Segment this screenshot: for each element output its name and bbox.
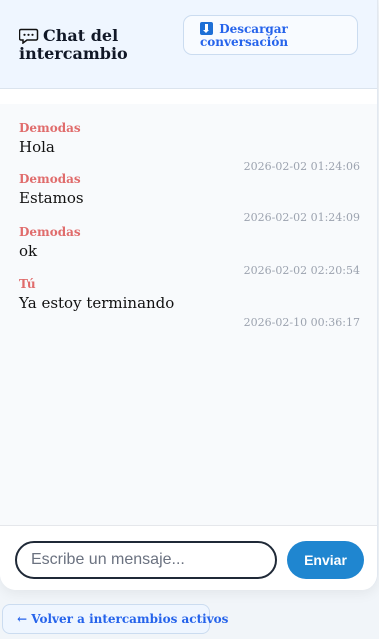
message-list[interactable]: Demodas Hola 2026-02-02 01:24:06 Demodas… (0, 104, 377, 525)
message-author: Demodas (19, 225, 81, 239)
message-text: Hola (19, 138, 55, 156)
message-author: Demodas (19, 121, 81, 135)
message-input[interactable] (15, 541, 277, 579)
send-button[interactable]: Enviar (287, 541, 364, 579)
chat-bubble-icon (18, 28, 39, 45)
download-icon (200, 22, 213, 35)
message-text: ok (19, 242, 38, 260)
message-author: Demodas (19, 172, 81, 186)
message-timestamp: 2026-02-02 02:20:54 (243, 264, 360, 277)
message-composer: Enviar (0, 525, 377, 590)
message-item: Demodas ok 2026-02-02 02:20:54 (19, 225, 360, 277)
message-author: Tú (19, 277, 36, 291)
message-timestamp: 2026-02-02 01:24:09 (243, 211, 360, 224)
message-item: Demodas Hola 2026-02-02 01:24:06 (19, 121, 360, 173)
download-conversation-button[interactable]: Descargar conversación (183, 15, 358, 55)
message-item: Tú Ya estoy terminando 2026-02-10 00:36:… (19, 277, 360, 329)
chat-title: Chat del intercambio (18, 27, 169, 63)
message-item: Demodas Estamos 2026-02-02 01:24:09 (19, 172, 360, 224)
chat-card: Chat del intercambio Descargar conversac… (0, 0, 378, 590)
chat-header: Chat del intercambio Descargar conversac… (0, 0, 377, 89)
back-to-active-exchanges-button[interactable]: ← Volver a intercambios activos (2, 604, 228, 634)
message-text: Estamos (19, 189, 84, 207)
message-timestamp: 2026-02-10 00:36:17 (243, 316, 360, 329)
download-label: Descargar conversación (200, 22, 289, 49)
message-text: Ya estoy terminando (19, 294, 175, 312)
